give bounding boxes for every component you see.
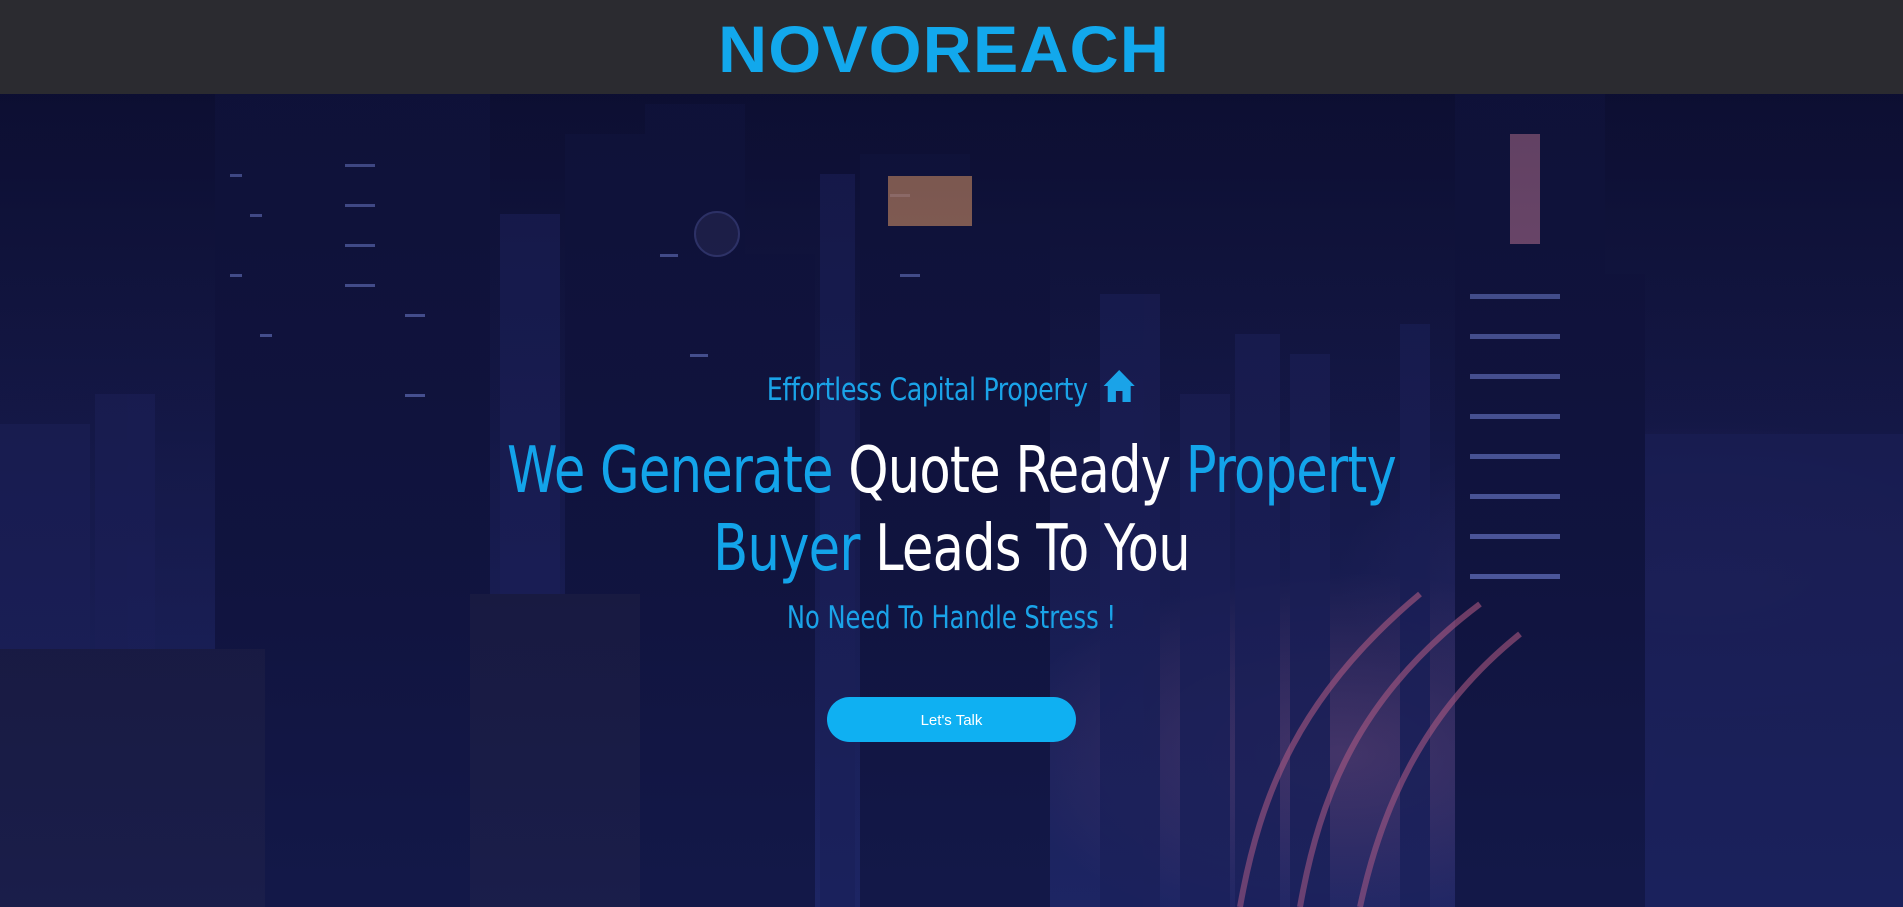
- home-icon: [1102, 368, 1136, 412]
- hero-kicker: Effortless Capital Property: [171, 368, 1731, 412]
- headline-buyer: Buyer: [713, 512, 860, 586]
- headline-property: Property: [1185, 434, 1397, 508]
- lets-talk-button[interactable]: Let's Talk: [827, 697, 1076, 742]
- hero-subheadline: No Need To Handle Stress !: [786, 600, 1117, 636]
- headline-we-generate: We Generate: [507, 434, 834, 508]
- site-header: NOVOREACH: [0, 0, 1903, 94]
- headline-quote-ready: Quote Ready: [848, 434, 1171, 508]
- novoreach-logo[interactable]: NOVOREACH: [716, 17, 1172, 77]
- kicker-text: Effortless Capital Property: [766, 372, 1088, 408]
- headline-leads-to-you: Leads To You: [875, 512, 1191, 586]
- logo-text: NOVOREACH: [718, 17, 1170, 77]
- hero-headline: We Generate Quote Ready Property Buyer L…: [190, 432, 1712, 588]
